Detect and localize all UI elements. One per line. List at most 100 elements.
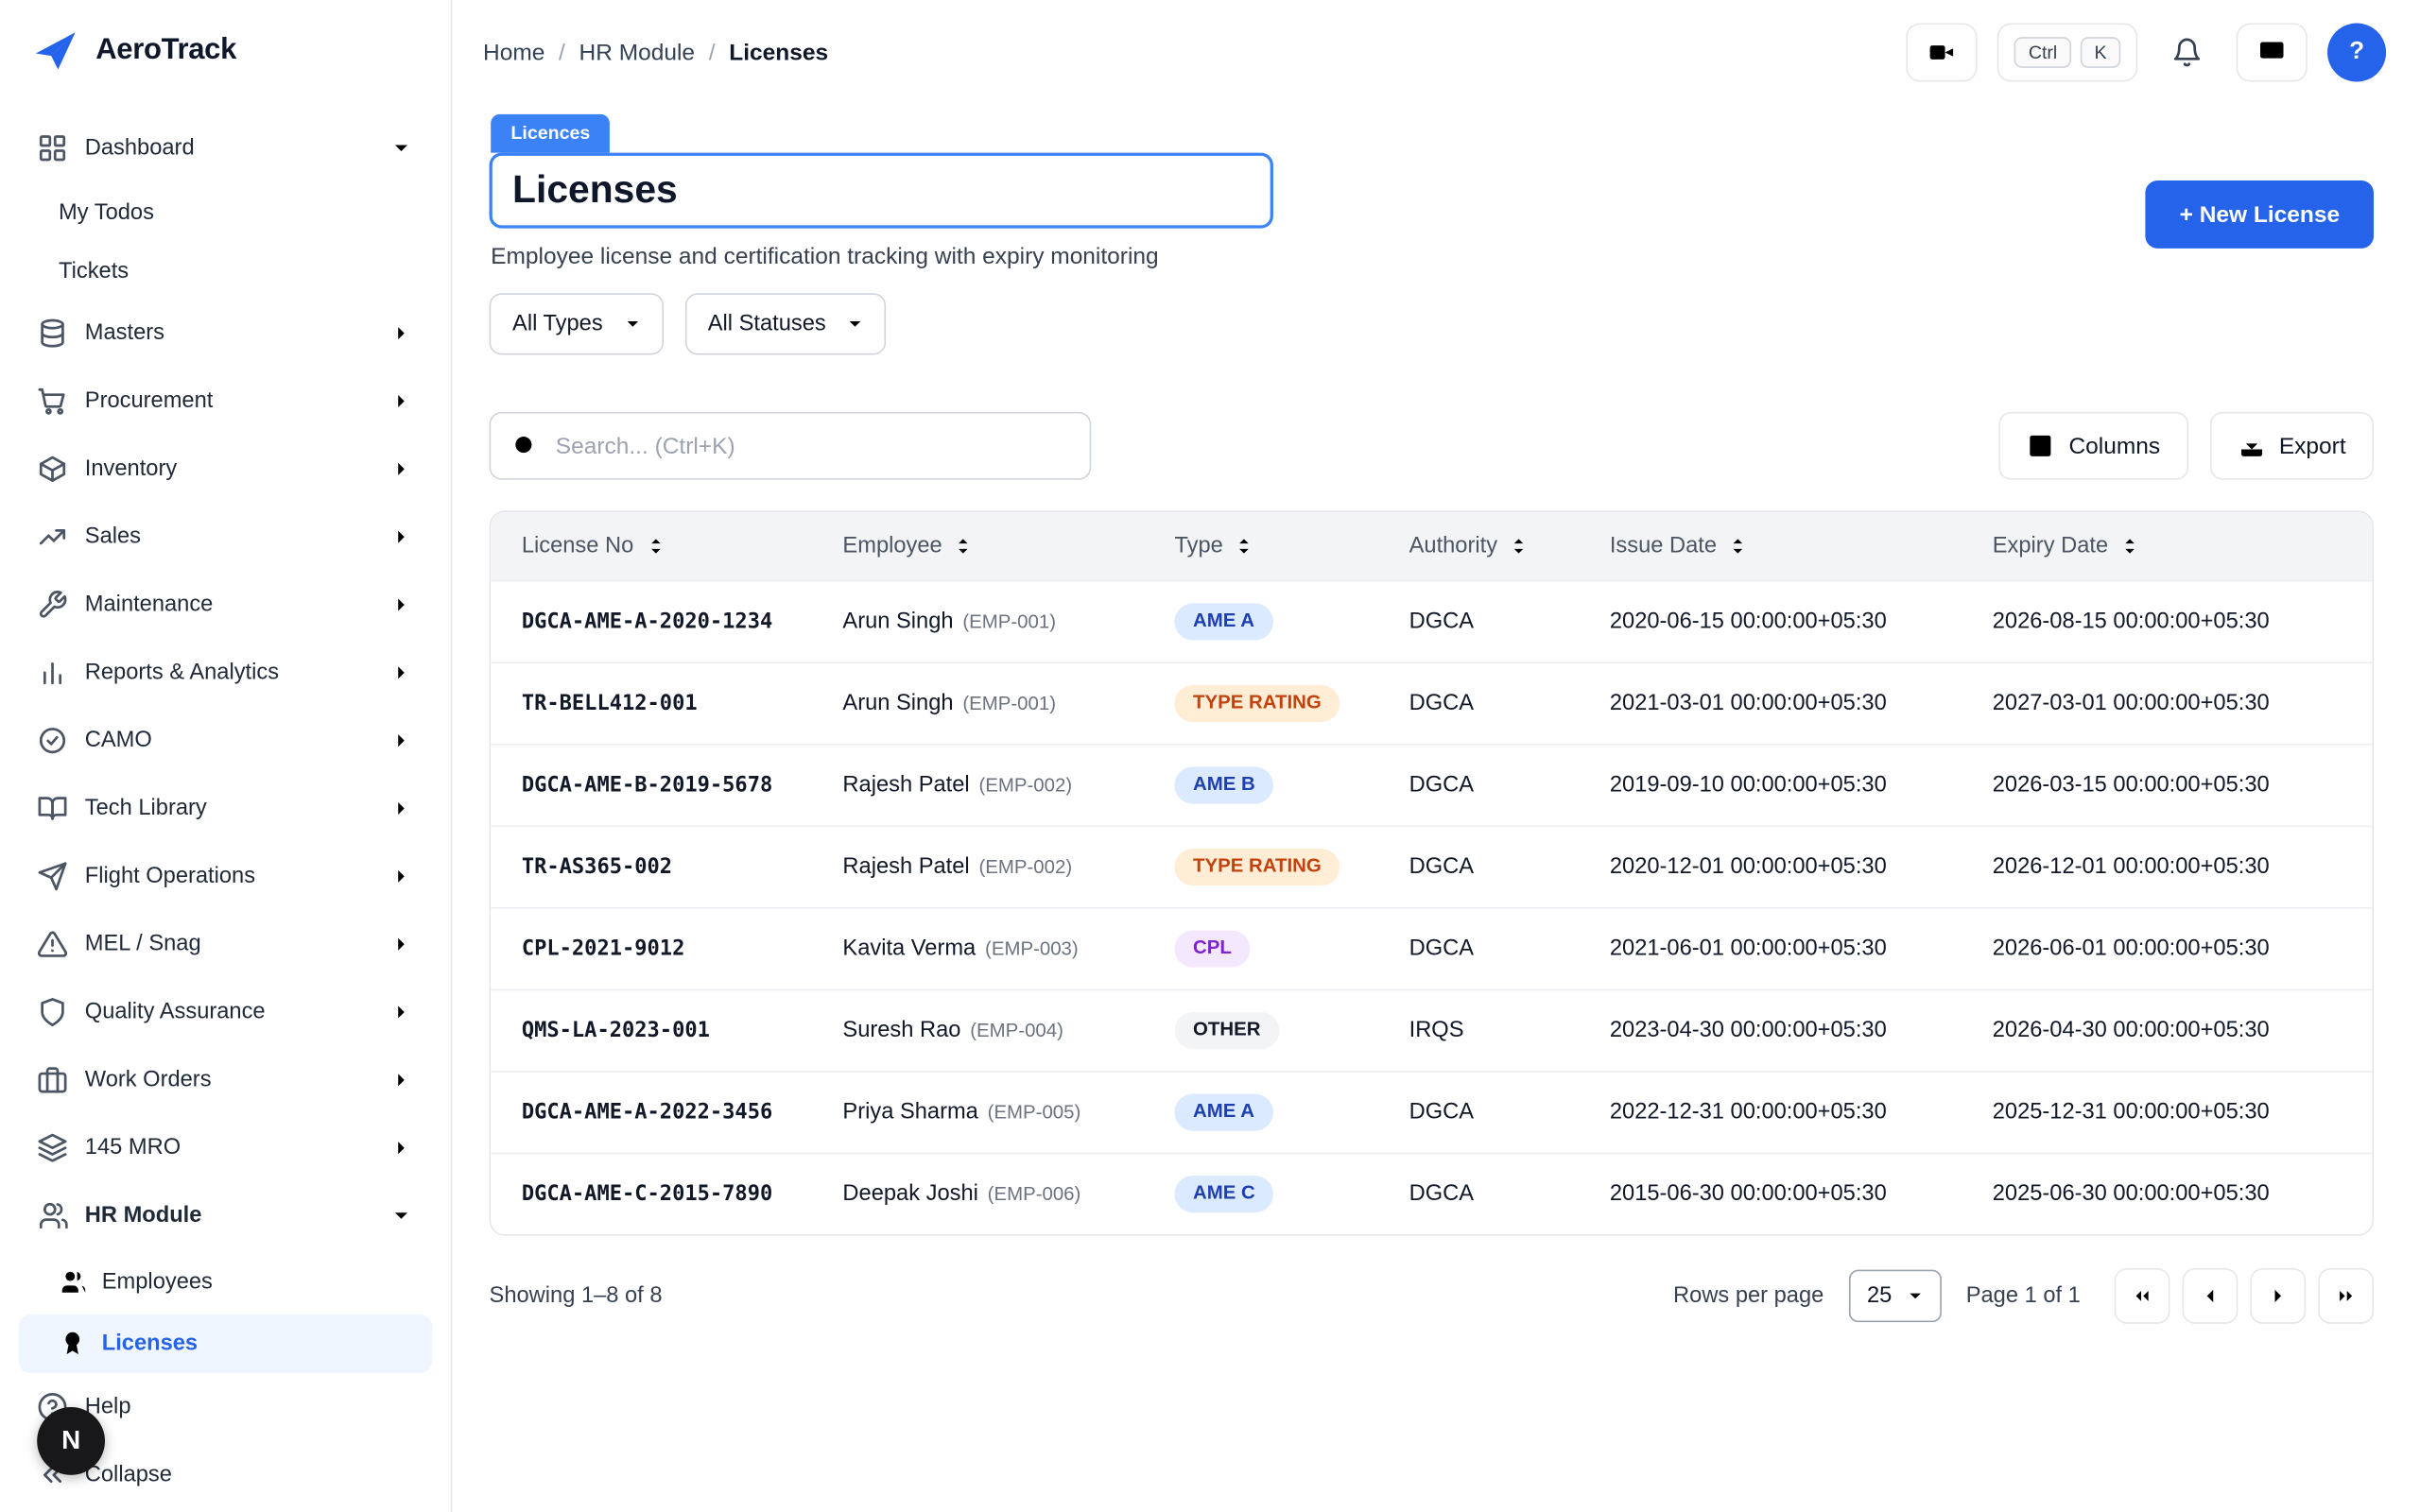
sort-icon — [645, 536, 666, 558]
authority-cell: DGCA — [1409, 610, 1610, 634]
table-row[interactable]: DGCA-AME-B-2019-5678 Rajesh Patel(EMP-00… — [491, 744, 2372, 826]
video-button[interactable] — [1907, 23, 1978, 81]
employee-cell: Suresh Rao(EMP-004) — [842, 1017, 1174, 1044]
type-cell: AME B — [1174, 767, 1409, 804]
sidebar-item-tech-library[interactable]: Tech Library — [19, 778, 433, 839]
next-page-button[interactable] — [2250, 1268, 2306, 1324]
expiry-date-cell: 2027-03-01 00:00:00+05:30 — [1993, 691, 2373, 715]
table-row[interactable]: TR-AS365-002 Rajesh Patel(EMP-002) TYPE … — [491, 825, 2372, 907]
column-header-expiry-date[interactable]: Expiry Date — [1993, 534, 2373, 558]
question-mark-icon: ? — [2349, 39, 2364, 66]
pager: Rows per page 25 Page 1 of 1 — [1673, 1268, 2374, 1324]
employee-cell: Deepak Joshi(EMP-006) — [842, 1180, 1174, 1208]
title-row: + New License — [490, 153, 2374, 229]
previous-page-button[interactable] — [2183, 1268, 2238, 1324]
chevron-right-icon — [389, 1068, 413, 1092]
sidebar-item-flight-operations[interactable]: Flight Operations — [19, 846, 433, 907]
topbar-actions: Ctrl K ? — [1907, 23, 2386, 81]
type-cell: AME A — [1174, 1094, 1409, 1131]
breadcrumb-home[interactable]: Home — [483, 40, 544, 66]
sidebar-item-my-todos[interactable]: My Todos — [19, 185, 433, 241]
employee-cell: Arun Singh(EMP-001) — [842, 608, 1174, 635]
table-row[interactable]: QMS-LA-2023-001 Suresh Rao(EMP-004) OTHE… — [491, 989, 2372, 1072]
last-page-button[interactable] — [2318, 1268, 2374, 1324]
sidebar-item-masters[interactable]: Masters — [19, 302, 433, 364]
sidebar-item-mel-snag[interactable]: MEL / Snag — [19, 914, 433, 975]
chevrons-right-icon — [2334, 1283, 2359, 1308]
page-tag: Licences — [491, 114, 610, 153]
export-button[interactable]: Export — [2209, 412, 2374, 480]
license-no-cell: DGCA-AME-C-2015-7890 — [491, 1182, 842, 1207]
type-badge: AME A — [1174, 1094, 1272, 1131]
page-title-input[interactable] — [490, 153, 1273, 229]
type-badge: AME B — [1174, 767, 1273, 804]
table-row[interactable]: DGCA-AME-A-2022-3456 Priya Sharma(EMP-00… — [491, 1071, 2372, 1153]
monitor-icon — [2258, 39, 2286, 66]
plane-icon — [37, 861, 68, 892]
breadcrumb-hr-module[interactable]: HR Module — [579, 40, 696, 66]
sidebar-item-work-orders[interactable]: Work Orders — [19, 1049, 433, 1110]
column-header-issue-date[interactable]: Issue Date — [1610, 534, 1993, 558]
notifications-button[interactable] — [2157, 23, 2216, 81]
sidebar-item-hr-module[interactable]: HR Module — [19, 1185, 433, 1246]
chevron-right-icon — [389, 524, 413, 549]
table-row[interactable]: CPL-2021-9012 Kavita Verma(EMP-003) CPL … — [491, 907, 2372, 989]
column-header-authority[interactable]: Authority — [1409, 534, 1610, 558]
sidebar-item-quality-assurance[interactable]: Quality Assurance — [19, 981, 433, 1042]
search-input[interactable] — [490, 412, 1092, 480]
sort-icon — [1234, 536, 1255, 558]
licenses-table: License No Employee Type Authority Issue… — [490, 510, 2374, 1235]
authority-cell: IRQS — [1409, 1019, 1610, 1043]
chevrons-left-icon — [2130, 1283, 2154, 1308]
dashboard-icon — [37, 132, 68, 163]
type-badge: AME A — [1174, 604, 1272, 641]
table-toolbar: Columns Export — [490, 412, 2374, 480]
type-cell: AME A — [1174, 604, 1409, 641]
sidebar-item-reports-analytics[interactable]: Reports & Analytics — [19, 642, 433, 703]
employees-icon — [59, 1268, 86, 1296]
filters-row: All Types All Statuses — [490, 293, 2374, 354]
table-row[interactable]: DGCA-AME-C-2015-7890 Deepak Joshi(EMP-00… — [491, 1153, 2372, 1235]
page-info: Page 1 of 1 — [1966, 1283, 2081, 1308]
table-row[interactable]: DGCA-AME-A-2020-1234 Arun Singh(EMP-001)… — [491, 580, 2372, 662]
app-window: AeroTrack Dashboard My Todos Tickets Mas… — [0, 0, 2420, 1512]
column-header-type[interactable]: Type — [1174, 534, 1409, 558]
table-row[interactable]: TR-BELL412-001 Arun Singh(EMP-001) TYPE … — [491, 662, 2372, 744]
column-header-license-no[interactable]: License No — [491, 534, 842, 558]
user-avatar[interactable]: N — [37, 1407, 105, 1475]
status-filter-select[interactable]: All Statuses — [684, 293, 886, 354]
sidebar-item-employees[interactable]: Employees — [19, 1253, 433, 1312]
display-button[interactable] — [2237, 23, 2308, 81]
expiry-date-cell: 2025-12-31 00:00:00+05:30 — [1993, 1100, 2373, 1125]
shield-icon — [37, 997, 68, 1028]
layers-icon — [37, 1132, 68, 1163]
sidebar-item-145-mro[interactable]: 145 MRO — [19, 1117, 433, 1178]
sidebar-item-procurement[interactable]: Procurement — [19, 370, 433, 432]
command-palette-shortcut[interactable]: Ctrl K — [1997, 23, 2137, 81]
sidebar-item-inventory[interactable]: Inventory — [19, 438, 433, 500]
sidebar-item-maintenance[interactable]: Maintenance — [19, 574, 433, 635]
column-header-employee[interactable]: Employee — [842, 534, 1174, 558]
breadcrumb-separator: / — [559, 40, 565, 66]
sidebar-item-licenses[interactable]: Licenses — [19, 1314, 433, 1373]
sort-icon — [2119, 536, 2141, 558]
page-content: Licences + New License Employee license … — [452, 105, 2420, 1324]
help-button[interactable]: ? — [2327, 23, 2386, 81]
first-page-button[interactable] — [2115, 1268, 2170, 1324]
pagination-buttons — [2115, 1268, 2374, 1324]
briefcase-icon — [37, 1065, 68, 1096]
sidebar-item-sales[interactable]: Sales — [19, 507, 433, 568]
sidebar-item-camo[interactable]: CAMO — [19, 710, 433, 771]
new-license-button[interactable]: + New License — [2146, 180, 2374, 249]
rows-per-page-select[interactable]: 25 — [1848, 1270, 1941, 1323]
employee-cell: Kavita Verma(EMP-003) — [842, 935, 1174, 962]
type-filter-select[interactable]: All Types — [490, 293, 664, 354]
columns-button[interactable]: Columns — [1999, 412, 2187, 480]
employee-cell: Rajesh Patel(EMP-002) — [842, 771, 1174, 799]
sidebar-item-dashboard[interactable]: Dashboard — [19, 117, 433, 179]
sidebar-item-tickets[interactable]: Tickets — [19, 244, 433, 300]
search-box — [490, 412, 1092, 480]
authority-cell: DGCA — [1409, 936, 1610, 961]
chevron-right-icon — [389, 864, 413, 888]
ctrl-keycap: Ctrl — [2014, 37, 2071, 68]
